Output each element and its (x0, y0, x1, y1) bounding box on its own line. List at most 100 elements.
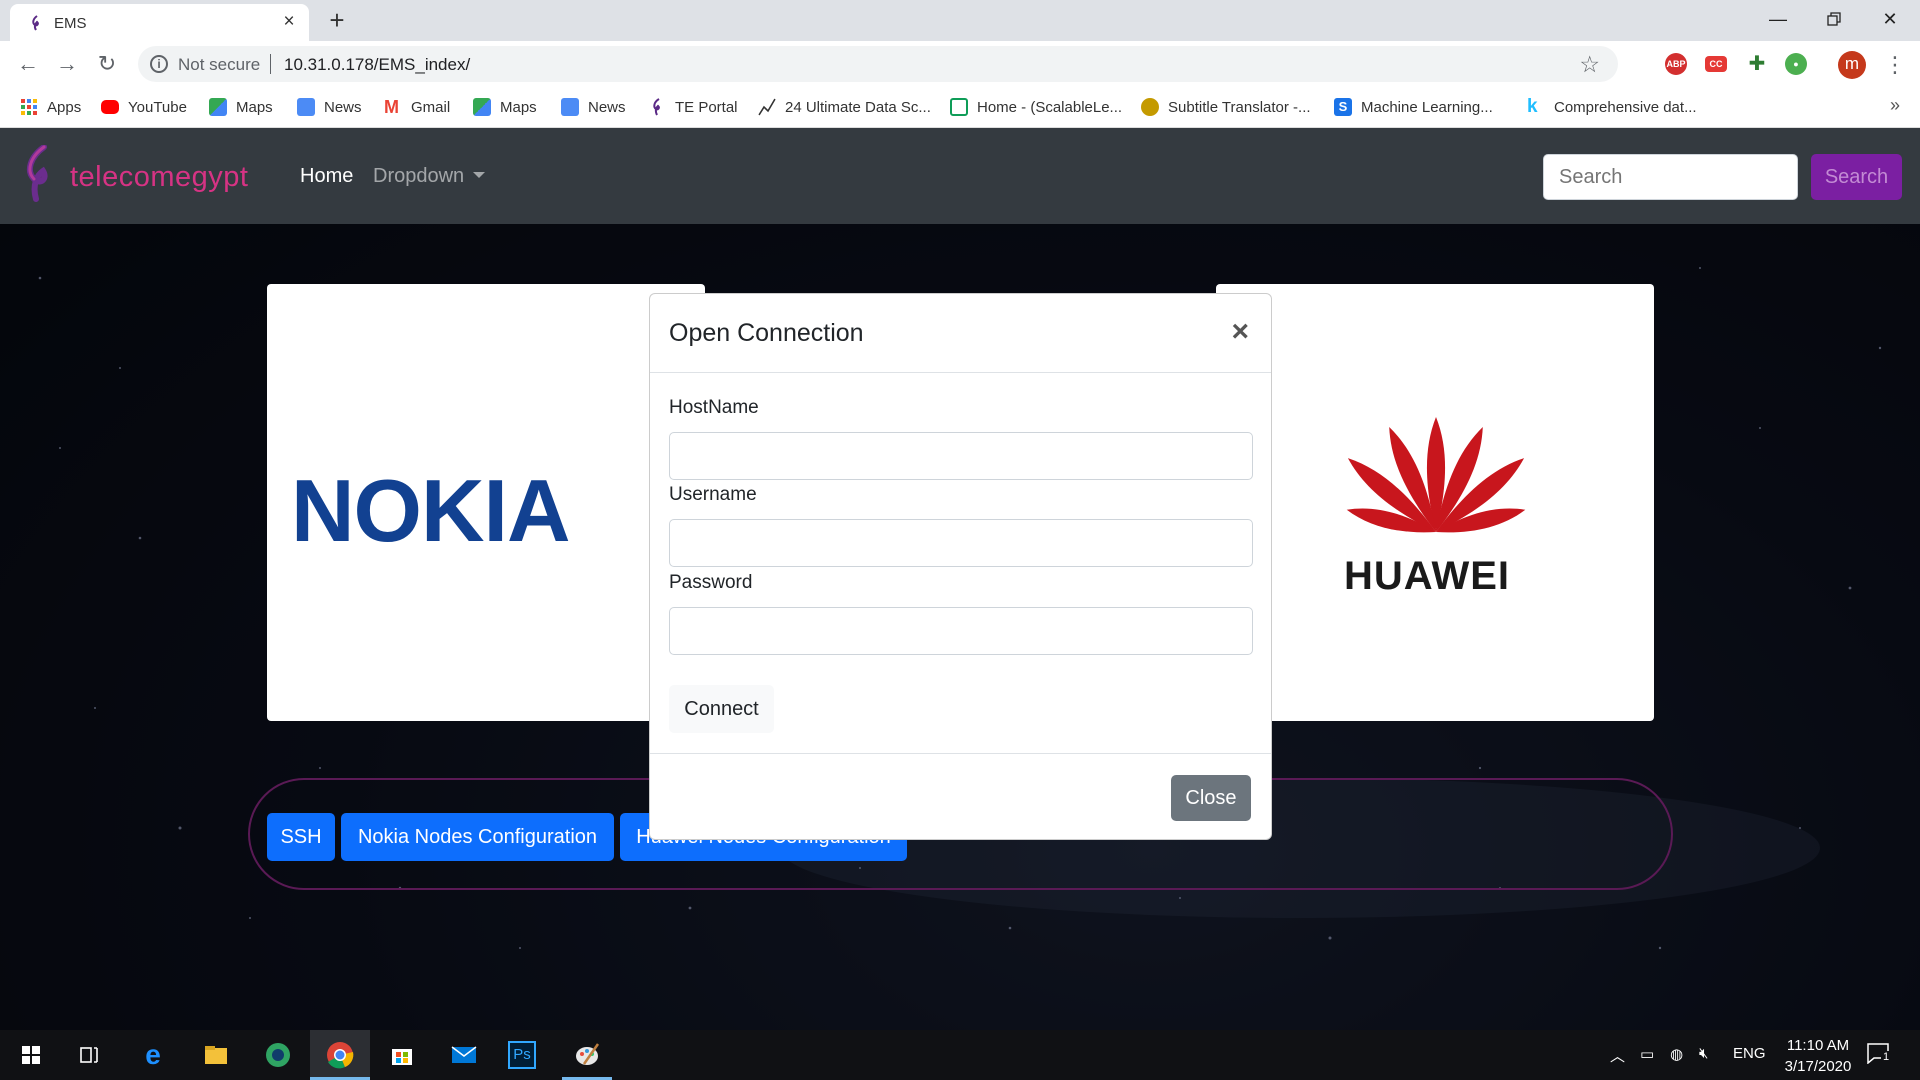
bookmark-youtube[interactable]: YouTube (101, 97, 187, 117)
clock-date: 3/17/2020 (1784, 1058, 1852, 1075)
microsoft-store-icon[interactable] (385, 1038, 419, 1072)
te-favicon-icon (32, 15, 39, 31)
nokia-nodes-config-button[interactable]: Nokia Nodes Configuration (341, 813, 614, 861)
photoshop-icon[interactable]: Ps (508, 1041, 536, 1069)
bookmark-label: Apps (47, 98, 82, 116)
modal-footer: Close (650, 753, 1271, 841)
modal-close-x-icon[interactable]: × (1231, 317, 1249, 347)
window-minimize-button[interactable]: — (1750, 0, 1806, 40)
bookmark-gmail[interactable]: M Gmail (384, 97, 450, 117)
page-viewport: telecomegypt Home Dropdown Search NOKIA … (0, 128, 1920, 1030)
chart-line-icon (758, 98, 776, 116)
cc-extension-icon[interactable]: CC (1705, 56, 1727, 72)
bookmark-scalable[interactable]: Home - (ScalableLe... (950, 97, 1122, 117)
edge-legacy-icon[interactable]: e (136, 1038, 170, 1072)
reload-icon[interactable]: ↻ (93, 50, 121, 78)
tray-overflow-icon[interactable]: ︿ (1610, 1045, 1625, 1066)
profile-avatar[interactable]: m (1838, 51, 1866, 79)
bookmarks-overflow-icon[interactable]: » (1890, 95, 1900, 116)
info-icon[interactable]: i (150, 55, 168, 73)
bookmark-label: News (588, 98, 626, 116)
bookmark-te-portal[interactable]: TE Portal (648, 97, 738, 117)
system-clock[interactable]: 11:10 AM 3/17/2020 (1768, 1035, 1868, 1077)
file-explorer-icon[interactable] (199, 1038, 233, 1072)
bookmark-label: Machine Learning... (1361, 98, 1493, 116)
bookmark-label: Home - (ScalableLe... (977, 98, 1123, 116)
not-secure-label: Not secure (178, 55, 261, 74)
site-search-input[interactable] (1543, 154, 1798, 200)
k-icon: k (1527, 96, 1538, 117)
subtitle-icon (1141, 98, 1159, 116)
connect-button[interactable]: Connect (669, 685, 774, 733)
new-tab-button[interactable]: + (323, 6, 351, 34)
password-input[interactable] (669, 607, 1253, 655)
action-center-button[interactable]: 1 (1866, 1042, 1896, 1068)
window-close-button[interactable]: ✕ (1862, 0, 1918, 40)
huawei-logo-icon (1346, 417, 1526, 533)
brand-logo[interactable]: telecomegypt (18, 145, 249, 208)
bookmark-label: TE Portal (675, 98, 738, 116)
bookmark-maps[interactable]: Maps (209, 97, 273, 117)
username-input[interactable] (669, 519, 1253, 567)
window-restore-button[interactable] (1806, 0, 1862, 40)
windows-start-icon[interactable] (14, 1038, 48, 1072)
hostname-input[interactable] (669, 432, 1253, 480)
bookmark-star-icon[interactable]: ☆ (1579, 51, 1600, 78)
play-icon (950, 98, 968, 116)
huawei-logo-text: HUAWEI (1344, 554, 1510, 598)
bookmark-apps[interactable]: Apps (20, 97, 81, 117)
battery-icon[interactable]: ▭ (1640, 1045, 1654, 1063)
address-url[interactable]: 10.31.0.178/EMS_index/ (284, 55, 470, 75)
close-button[interactable]: Close (1171, 775, 1251, 821)
modal-header: Open Connection × (650, 294, 1271, 373)
apps-grid-icon (21, 99, 37, 115)
password-label: Password (669, 572, 753, 593)
bookmark-news[interactable]: News (297, 97, 362, 117)
bookmark-subtitle[interactable]: Subtitle Translator -... (1141, 97, 1311, 117)
address-bar[interactable]: i Not secure 10.31.0.178/EMS_index/ ☆ (138, 46, 1618, 82)
username-label: Username (669, 484, 757, 505)
bookmark-data-science[interactable]: 24 Ultimate Data Sc... (758, 97, 931, 117)
plus-extension-icon[interactable]: ✚ (1746, 53, 1768, 75)
bookmark-comprehensive[interactable]: k Comprehensive dat... (1527, 97, 1697, 117)
forward-arrow-icon[interactable]: → (53, 50, 81, 78)
ssh-button[interactable]: SSH (267, 813, 335, 861)
mail-icon[interactable] (447, 1038, 481, 1072)
bookmark-label: YouTube (128, 98, 187, 116)
nokia-card[interactable]: NOKIA (267, 284, 705, 721)
bookmark-machine-learning[interactable]: S Machine Learning... (1334, 97, 1493, 117)
restore-icon (1827, 12, 1841, 26)
bookmark-label: Subtitle Translator -... (1168, 98, 1311, 116)
language-indicator[interactable]: ENG (1733, 1045, 1766, 1062)
tab-close-icon[interactable]: × (279, 12, 299, 32)
nav-link-home[interactable]: Home (300, 165, 353, 188)
globe-extension-icon[interactable]: ● (1785, 53, 1807, 75)
chrome-icon[interactable] (323, 1038, 357, 1072)
bookmark-label: Gmail (411, 98, 451, 116)
nokia-logo: NOKIA (291, 461, 571, 560)
edge-dev-icon[interactable] (261, 1038, 295, 1072)
gmail-icon: M (384, 97, 399, 117)
nav-dropdown[interactable]: Dropdown (373, 165, 485, 188)
bookmark-label: Comprehensive dat... (1554, 98, 1697, 116)
volume-muted-icon[interactable]: 🔇︎ (1699, 1045, 1708, 1062)
task-view-icon[interactable] (72, 1038, 106, 1072)
site-search-button[interactable]: Search (1811, 154, 1902, 200)
clock-time: 11:10 AM (1786, 1037, 1850, 1054)
adblock-plus-icon[interactable]: ABP (1665, 53, 1687, 75)
network-globe-icon[interactable]: ◍ (1670, 1045, 1683, 1063)
bookmark-maps-2[interactable]: Maps (473, 97, 537, 117)
paint-icon[interactable] (570, 1038, 604, 1072)
te-portal-icon (653, 98, 660, 116)
s-icon: S (1334, 98, 1352, 116)
browser-tab-ems[interactable]: EMS × (10, 4, 309, 41)
back-arrow-icon[interactable]: ← (14, 50, 42, 78)
huawei-card[interactable]: HUAWEI (1216, 284, 1654, 721)
news-icon (561, 98, 579, 116)
bookmark-news-2[interactable]: News (561, 97, 626, 117)
tab-title: EMS (54, 15, 87, 32)
browser-menu-icon[interactable]: ⋮ (1884, 51, 1906, 79)
telecom-egypt-logo-icon (26, 145, 48, 202)
address-separator (270, 54, 271, 74)
tab-strip: EMS × + — ✕ (0, 0, 1920, 41)
